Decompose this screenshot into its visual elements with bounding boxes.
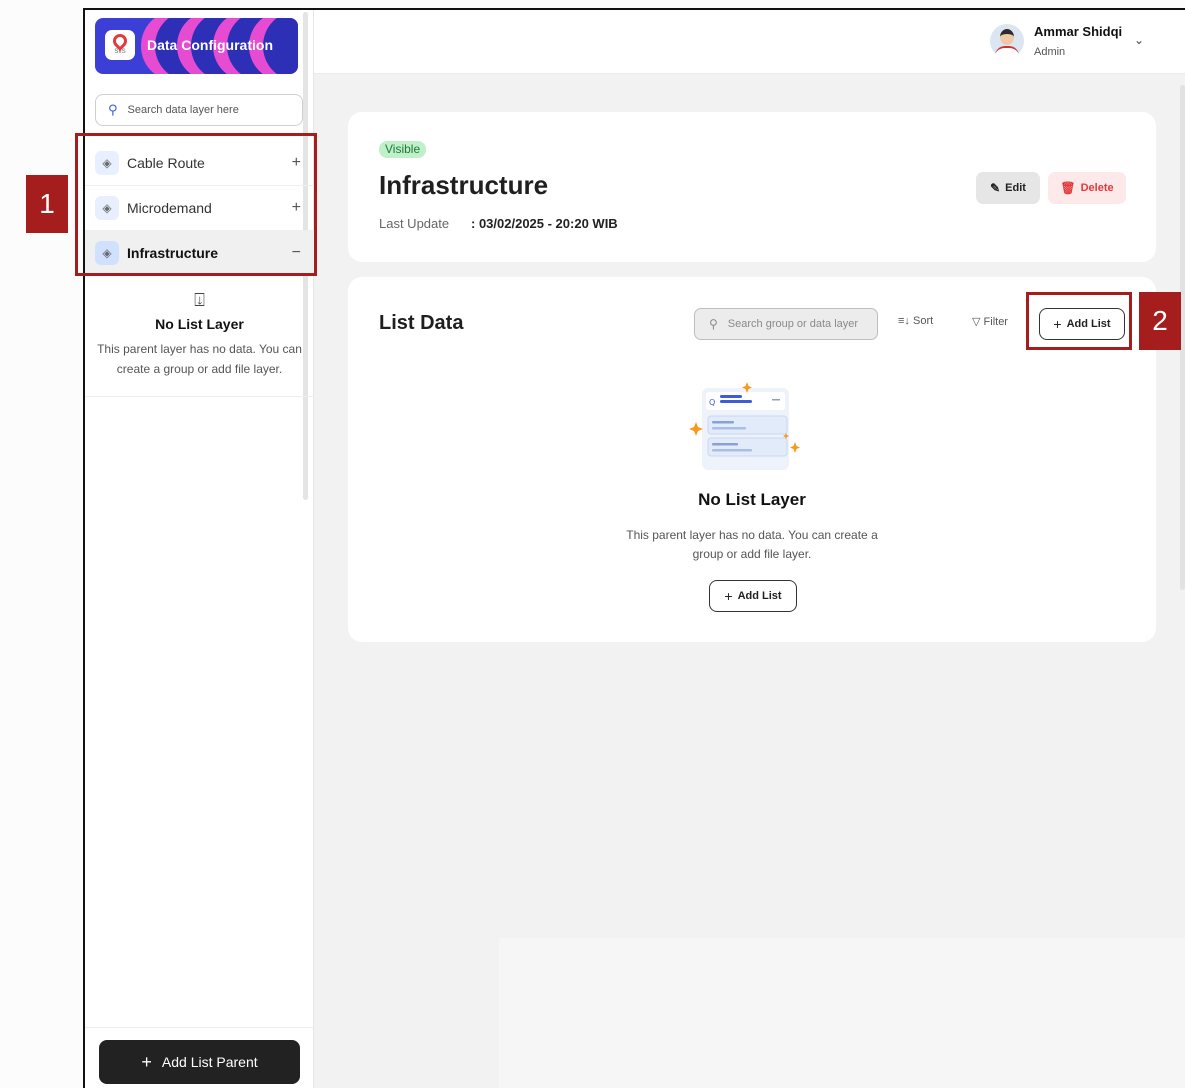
search-group-placeholder: Search group or data layer (727, 318, 859, 330)
last-update-value: : 03/02/2025 - 20:20 WIB (471, 216, 618, 231)
location-pin-icon (110, 30, 130, 51)
plus-icon: + (141, 1051, 152, 1072)
empty-list-illustration: Q (689, 382, 800, 470)
edit-button[interactable]: ✎ Edit (976, 172, 1040, 204)
delete-label: Delete (1080, 182, 1114, 194)
annotation-badge-1: 1 (26, 175, 68, 233)
sort-button[interactable]: ≡↓ Sort (898, 315, 933, 327)
empty-add-list-label: Add List (737, 590, 782, 602)
search-icon: ⚲ (108, 102, 118, 117)
plus-icon: + (724, 588, 733, 604)
sort-label: Sort (912, 315, 934, 327)
last-update-label: Last Update (379, 216, 450, 231)
user-name: Ammar Shidqi (1034, 24, 1123, 39)
status-badge: Visible (379, 141, 427, 158)
layer-detail-card: Visible Infrastructure Last Update : 03/… (348, 112, 1156, 262)
search-data-layer-input[interactable]: ⚲ Search data layer here (95, 94, 303, 126)
search-icon: ⚲ (709, 317, 718, 331)
edit-label: Edit (1005, 182, 1026, 194)
search-group-input[interactable]: ⚲ Search group or data layer (694, 308, 878, 340)
trash-icon: 🗑 (1060, 181, 1076, 195)
app-title: Data Configuration (147, 37, 273, 53)
annotation-highlight-1 (75, 133, 317, 276)
top-bar: Ammar Shidqi Admin ⌄ (314, 10, 1185, 74)
app-logo: SIIS (105, 30, 135, 60)
sidebar-divider (85, 1027, 314, 1028)
user-role: Admin (1034, 46, 1066, 58)
empty-add-list-button[interactable]: + Add List (709, 580, 797, 612)
svg-text:Q: Q (709, 398, 715, 407)
background-panel (499, 938, 1185, 1088)
sidebar-empty-description: This parent layer has no data. You can c… (97, 342, 302, 376)
filter-label: Filter (983, 316, 1008, 328)
avatar[interactable] (990, 24, 1024, 58)
search-placeholder: Search data layer here (127, 104, 239, 116)
sidebar-empty-state: ⍗ No List Layer This parent layer has no… (85, 285, 314, 397)
empty-state-title: No List Layer (698, 490, 806, 509)
add-list-parent-label: Add List Parent (161, 1054, 258, 1070)
list-title: List Data (379, 312, 464, 334)
app-logo-banner: SIIS Data Configuration (95, 18, 298, 74)
annotation-highlight-2 (1026, 292, 1132, 350)
filter-icon: ▽ (972, 316, 981, 328)
page-title: Infrastructure (379, 170, 549, 200)
chevron-down-icon[interactable]: ⌄ (1134, 33, 1144, 47)
sidebar-empty-title: No List Layer (155, 316, 244, 332)
filter-button[interactable]: ▽ Filter (972, 315, 1008, 328)
empty-state-description: This parent layer has no data. You can c… (626, 528, 878, 561)
sort-icon: ≡↓ (898, 315, 910, 327)
annotation-badge-2: 2 (1139, 292, 1181, 350)
add-list-parent-button[interactable]: + Add List Parent (99, 1040, 300, 1084)
hierarchy-icon: ⍗ (194, 290, 205, 310)
pencil-icon: ✎ (990, 181, 1001, 195)
delete-button[interactable]: 🗑 Delete (1048, 172, 1126, 204)
